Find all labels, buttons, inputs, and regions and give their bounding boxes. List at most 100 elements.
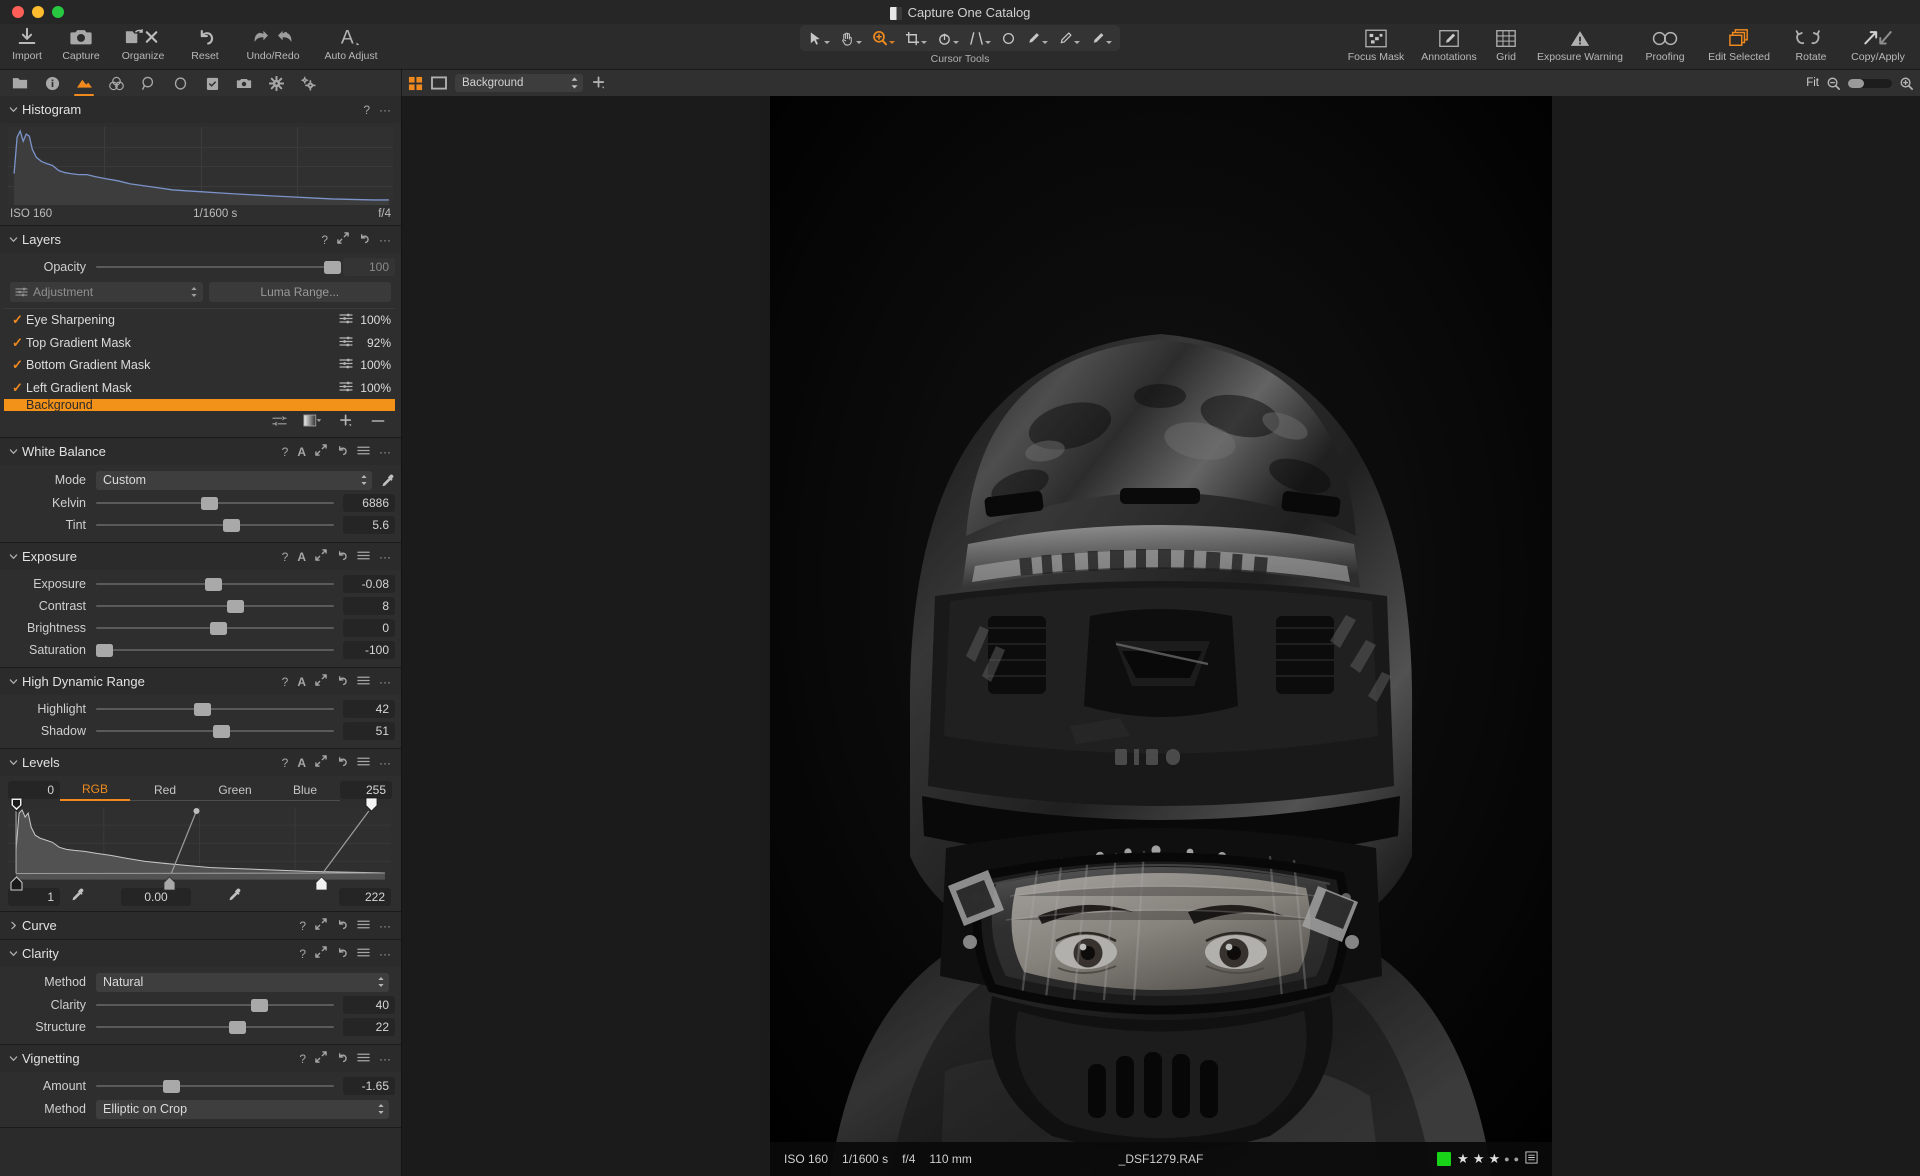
levels-white-eyedropper-icon[interactable] [227,887,242,907]
vignette-amount-value[interactable]: -1.65 [343,1077,395,1095]
add-layer-icon[interactable] [339,414,355,433]
tab-rgb[interactable]: RGB [60,782,130,801]
expand-icon[interactable] [315,444,327,459]
brightness-slider[interactable] [96,619,334,637]
mask-settings-icon[interactable] [272,414,287,432]
vignette-amount-knob[interactable] [162,1079,180,1093]
tools-panel[interactable]: Histogram ? ··· ISO 160 1/1600 s f/4 Lay… [0,96,402,1176]
chevron-down-icon[interactable] [6,447,20,456]
adjustment-dropdown[interactable]: Adjustment [10,282,203,302]
zoom-slider-knob[interactable] [1848,78,1864,88]
auto-icon[interactable]: A [297,445,306,459]
more-options-icon[interactable]: ··· [379,919,391,933]
shadow-value[interactable]: 51 [343,722,395,740]
structure-slider[interactable] [96,1018,334,1036]
list-item[interactable]: ✓ Top Gradient Mask 92% [4,332,395,355]
metadata-tab[interactable] [229,70,259,96]
shadow-slider-knob[interactable] [212,724,230,738]
gradient-mask-tool[interactable] [1085,26,1117,50]
lens-tab[interactable] [69,70,99,96]
capture-tab[interactable] [37,70,67,96]
levels-white-point-top-handle[interactable] [365,797,378,812]
pointer-tool[interactable] [803,26,835,50]
exposure-header[interactable]: Exposure ? A ··· [0,543,401,570]
reset-icon[interactable] [336,918,348,933]
zoom-slider[interactable] [1848,78,1892,88]
menu-icon[interactable] [357,550,370,564]
highlight-value[interactable]: 42 [343,700,395,718]
chevron-down-icon[interactable] [6,552,20,561]
levels-output-white-handle[interactable] [315,876,328,891]
reset-button[interactable]: Reset [178,24,232,63]
levels-output-black-handle[interactable] [10,876,23,891]
image-viewer[interactable]: ISO 160 1/1600 s f/4 110 mm _DSF1279.RAF… [402,96,1920,1176]
maximize-button[interactable] [52,6,64,18]
highlight-slider-knob[interactable] [193,702,211,716]
metadata-list-icon[interactable] [1525,1151,1538,1167]
help-icon[interactable]: ? [299,947,306,961]
star-4-empty[interactable]: ● [1504,1154,1509,1164]
vignette-amount-slider[interactable] [96,1077,334,1095]
opacity-slider[interactable] [96,258,342,276]
more-options-icon[interactable]: ··· [379,103,391,117]
import-button[interactable]: Import [0,24,54,63]
rotate-button[interactable]: Rotate [1782,25,1840,64]
more-options-icon[interactable]: ··· [379,675,391,689]
layers-header[interactable]: Layers ? ··· [0,226,401,253]
brightness-value[interactable]: 0 [343,619,395,637]
grid-button[interactable]: Grid [1486,25,1526,64]
star-1[interactable]: ★ [1457,1151,1469,1167]
plus-icon[interactable] [591,75,607,91]
expand-icon[interactable] [337,232,349,247]
auto-icon[interactable]: A [297,675,306,689]
details-tab[interactable] [133,70,163,96]
saturation-value[interactable]: -100 [343,641,395,659]
reset-icon[interactable] [336,1051,348,1066]
tint-value[interactable]: 5.6 [343,516,395,534]
tab-green[interactable]: Green [200,783,270,801]
list-item-selected[interactable]: Background [4,399,395,411]
layer-checkbox[interactable]: ✓ [12,380,26,396]
minimize-button[interactable] [32,6,44,18]
vignette-method-select[interactable]: Elliptic on Crop [96,1099,389,1119]
layer-mask-icon[interactable] [339,336,353,350]
saturation-slider-knob[interactable] [96,643,113,657]
contrast-slider-knob[interactable] [226,599,244,613]
auto-icon[interactable]: A [297,550,306,564]
expand-icon[interactable] [315,946,327,961]
white-balance-header[interactable]: White Balance ? A ··· [0,438,401,465]
reset-icon[interactable] [336,946,348,961]
chevron-right-icon[interactable] [6,921,20,930]
more-options-icon[interactable]: ··· [379,550,391,564]
help-icon[interactable]: ? [299,1052,306,1066]
shadow-slider[interactable] [96,722,334,740]
tint-slider[interactable] [96,516,334,534]
saturation-slider[interactable] [96,641,334,659]
menu-icon[interactable] [357,675,370,689]
help-icon[interactable]: ? [282,756,289,770]
tab-red[interactable]: Red [130,783,200,801]
kelvin-value[interactable]: 6886 [343,494,395,512]
exposure-slider-knob[interactable] [205,577,223,591]
expand-icon[interactable] [315,674,327,689]
luma-range-button[interactable]: Luma Range... [208,282,391,302]
list-item[interactable]: ✓ Left Gradient Mask 100% [4,377,395,400]
photo-image[interactable] [770,96,1552,1176]
opacity-slider-knob[interactable] [324,260,342,274]
undo-redo-button[interactable]: Undo/Redo [232,24,314,63]
help-icon[interactable]: ? [321,233,328,247]
clarity-header[interactable]: Clarity ? ··· [0,940,401,967]
more-options-icon[interactable]: ··· [379,756,391,770]
brightness-slider-knob[interactable] [210,621,228,635]
layer-mask-icon[interactable] [339,381,353,395]
zoom-out-icon[interactable] [1826,76,1841,91]
help-icon[interactable]: ? [363,103,370,117]
exposure-warning-button[interactable]: Exposure Warning [1526,25,1634,64]
spot-removal-tool[interactable] [996,26,1021,50]
background-select[interactable]: Background [455,74,583,92]
tint-slider-knob[interactable] [223,518,241,532]
star-3[interactable]: ★ [1488,1151,1500,1167]
star-5-empty[interactable]: ● [1514,1154,1519,1164]
reset-icon[interactable] [336,755,348,770]
histogram-header[interactable]: Histogram ? ··· [0,96,401,123]
